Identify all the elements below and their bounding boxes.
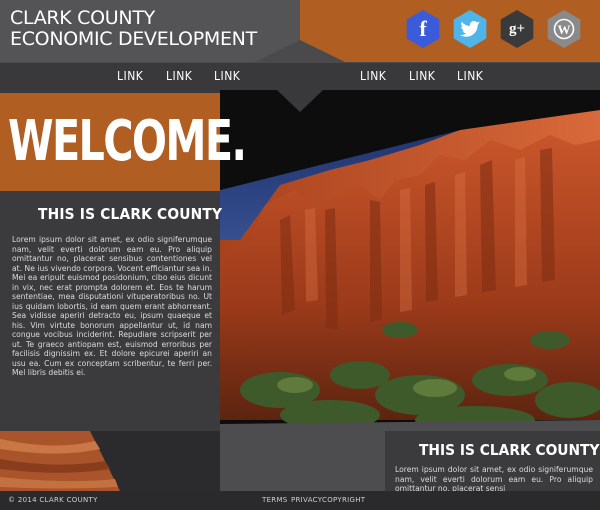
left-section-body: Lorem ipsum dolor sit amet, ex odio sign… bbox=[12, 235, 212, 377]
welcome-banner: WELCOME. bbox=[0, 93, 247, 191]
header-social-bar: f g+ W bbox=[300, 0, 600, 62]
nav-link-right-2[interactable]: LINK bbox=[409, 69, 435, 83]
nav-link-left-3[interactable]: LINK bbox=[214, 69, 240, 83]
google-plus-icon[interactable]: g+ bbox=[498, 10, 536, 48]
footer: © 2014 CLARK COUNTY TERMS PRIVACY COPYRI… bbox=[0, 491, 600, 510]
right-section-title: THIS IS CLARK COUNTY bbox=[419, 441, 600, 459]
svg-text:W: W bbox=[558, 22, 571, 37]
nav-arrow-decoration bbox=[277, 90, 323, 112]
secondary-photo bbox=[0, 431, 220, 491]
welcome-heading: WELCOME. bbox=[8, 109, 247, 174]
right-section: THIS IS CLARK COUNTY Lorem ipsum dolor s… bbox=[385, 431, 600, 491]
twitter-icon[interactable] bbox=[451, 10, 489, 48]
hero-photo bbox=[220, 90, 600, 435]
footer-link-terms[interactable]: TERMS bbox=[262, 496, 288, 504]
site-logo[interactable]: CLARK COUNTY ECONOMIC DEVELOPMENT bbox=[10, 8, 257, 50]
left-section-title: THIS IS CLARK COUNTY bbox=[38, 205, 223, 223]
wordpress-icon[interactable]: W bbox=[545, 10, 583, 48]
header-notch-decoration bbox=[255, 40, 345, 62]
brand-line-1: CLARK COUNTY bbox=[10, 7, 155, 29]
nav-link-right-1[interactable]: LINK bbox=[360, 69, 386, 83]
footer-copyright: © 2014 CLARK COUNTY bbox=[8, 496, 98, 504]
facebook-icon[interactable]: f bbox=[404, 10, 442, 48]
bottom-divider-panel bbox=[220, 431, 385, 491]
nav-link-left-1[interactable]: LINK bbox=[117, 69, 143, 83]
nav-link-right-3[interactable]: LINK bbox=[457, 69, 483, 83]
right-section-body: Lorem ipsum dolor sit amet, ex odio sign… bbox=[395, 465, 593, 491]
brand-line-2: ECONOMIC DEVELOPMENT bbox=[10, 28, 257, 50]
nav-link-left-2[interactable]: LINK bbox=[166, 69, 192, 83]
main-navigation: LINK LINK LINK LINK LINK LINK bbox=[0, 62, 600, 90]
footer-link-privacy[interactable]: PRIVACY bbox=[291, 496, 322, 504]
footer-link-copyright[interactable]: COPYRIGHT bbox=[322, 496, 365, 504]
left-section: THIS IS CLARK COUNTY Lorem ipsum dolor s… bbox=[0, 191, 223, 431]
